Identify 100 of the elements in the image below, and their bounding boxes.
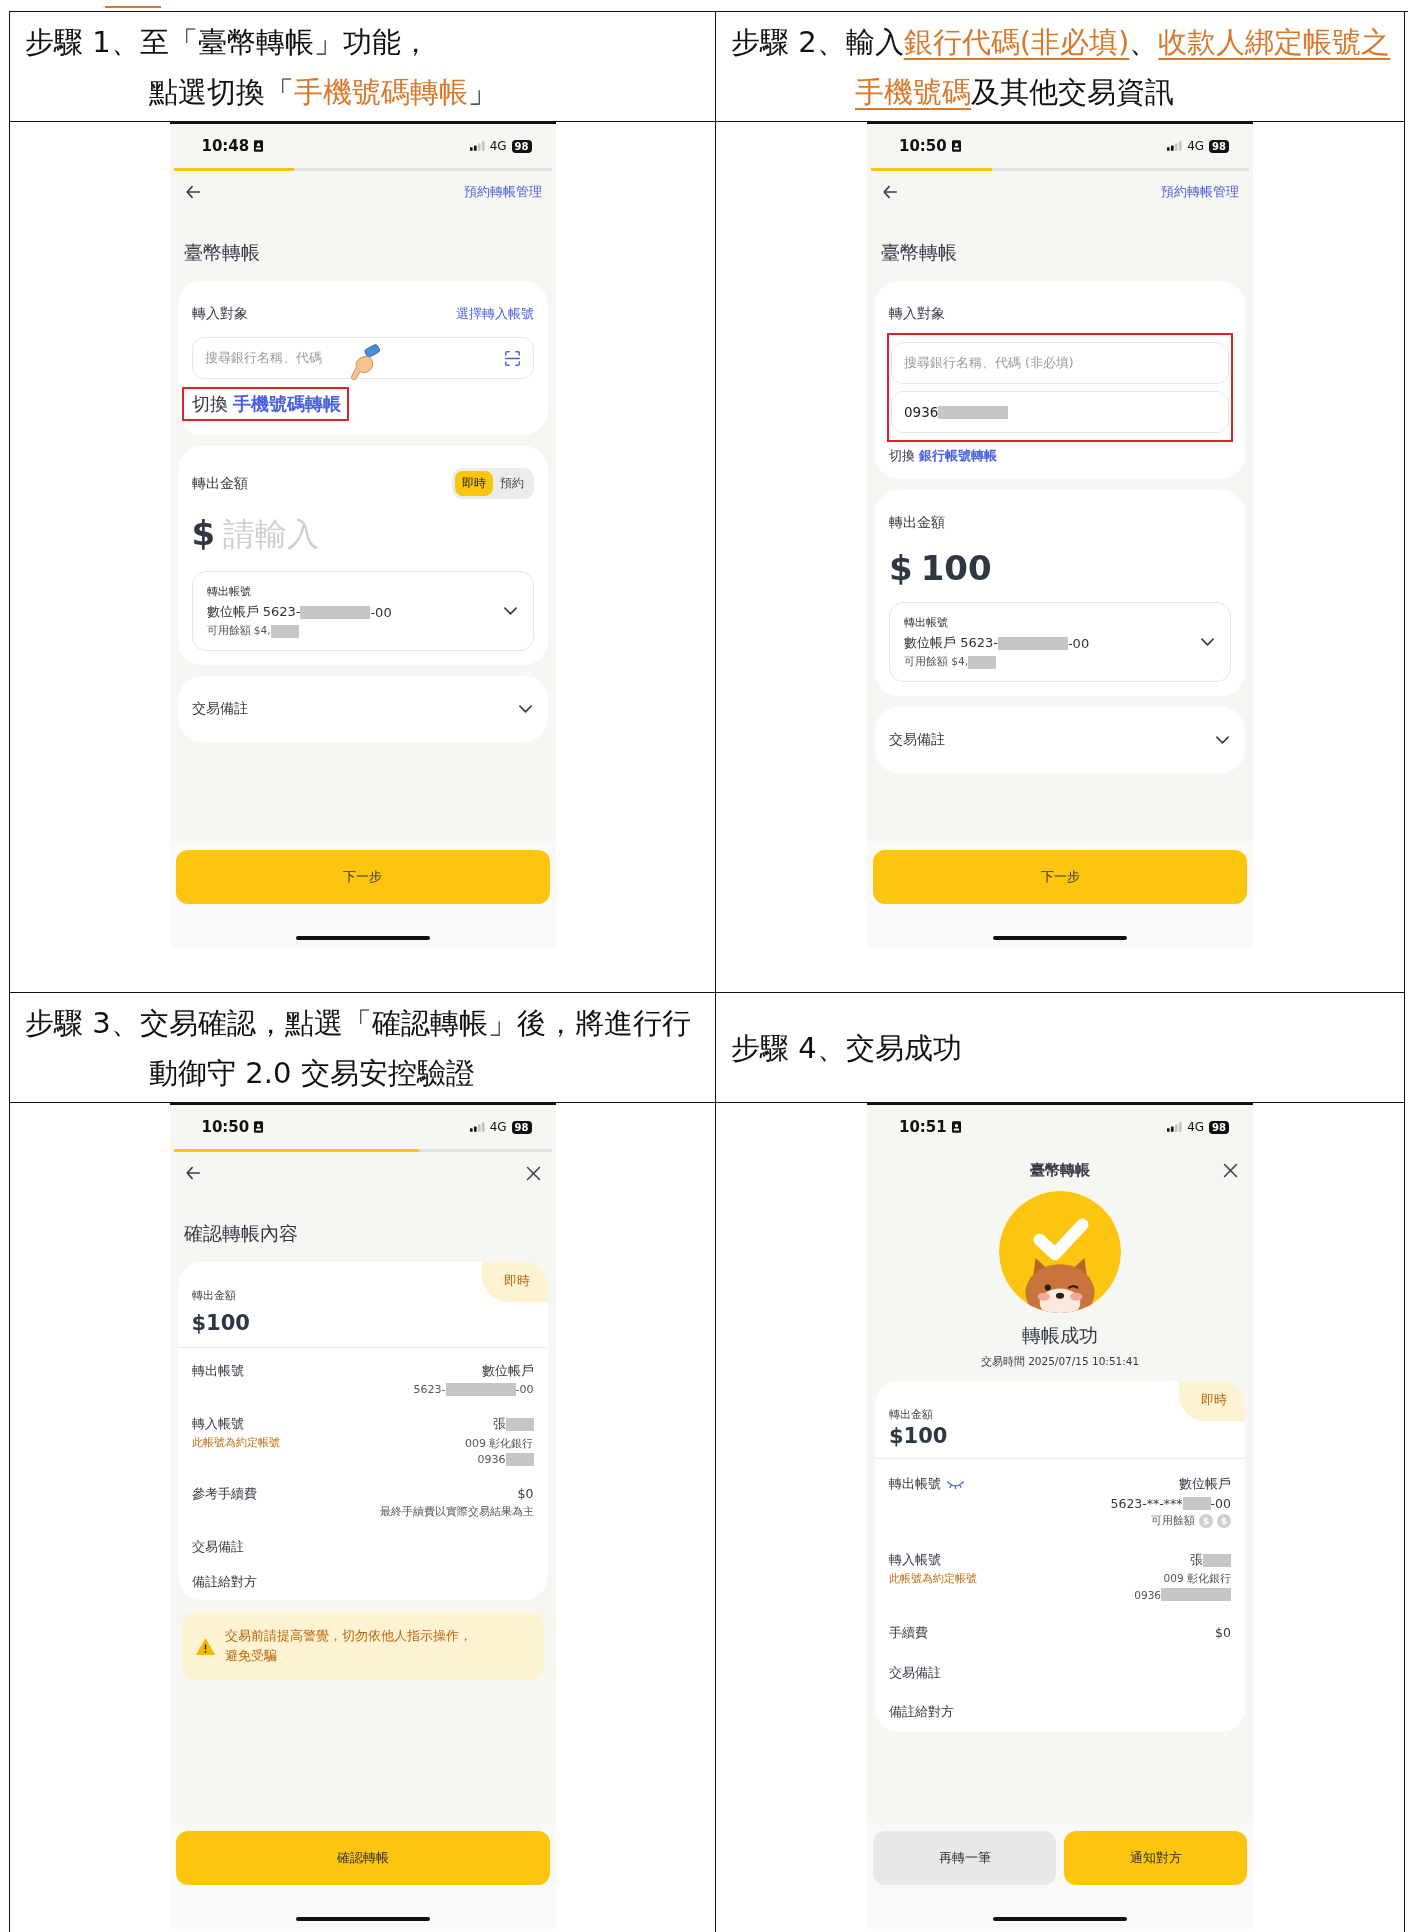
- detail-note: 此帳號為約定帳號: [191, 1436, 280, 1450]
- detail-value: -00: [515, 1383, 534, 1396]
- redaction-block: [505, 1453, 534, 1466]
- coin-icon: [1199, 1514, 1213, 1528]
- redaction-block: [505, 1418, 534, 1431]
- detail-value: 可用餘額: [1151, 1514, 1195, 1528]
- account-selector[interactable]: 轉出帳號 數位帳戶 5623- -00 可用餘額 $4,: [889, 602, 1231, 682]
- network-label: 4G: [489, 139, 507, 153]
- detail-label: 備註給對方: [191, 1574, 257, 1591]
- secondary-button[interactable]: 再轉一筆: [873, 1831, 1056, 1885]
- detail-label: 交易備註: [889, 1665, 941, 1682]
- coin-icon: [1217, 1514, 1231, 1528]
- amount-field[interactable]: 100: [920, 548, 992, 588]
- page-title: 臺幣轉帳: [182, 240, 261, 265]
- account-number: -00: [1067, 635, 1090, 651]
- memo-card[interactable]: 交易備註: [875, 707, 1245, 773]
- status-time: 10:50: [899, 137, 947, 155]
- detail-label: 參考手續費: [191, 1486, 257, 1503]
- detail-label: 手續費: [889, 1625, 928, 1642]
- detail-value: $0: [517, 1486, 534, 1501]
- id-card-icon: [254, 140, 264, 152]
- battery-level: 98: [511, 139, 532, 153]
- switch-prompt: 切換 手機號碼轉帳: [191, 392, 342, 416]
- back-arrow-icon[interactable]: [881, 183, 899, 201]
- account-label: 轉出帳號: [904, 615, 949, 630]
- detail-label: 轉入帳號: [889, 1552, 941, 1569]
- redaction-block: [1161, 1588, 1231, 1601]
- select-account-link[interactable]: 選擇轉入帳號: [455, 305, 534, 323]
- detail-value: 009 彰化銀行: [1163, 1572, 1231, 1586]
- back-arrow-icon[interactable]: [183, 183, 202, 201]
- status-time: 10:51: [899, 1118, 947, 1136]
- page-title: 確認轉帳內容: [182, 1221, 299, 1246]
- detail-value: -00: [1210, 1496, 1231, 1511]
- field-value: 0936: [904, 404, 939, 420]
- warning-icon: [195, 1637, 215, 1655]
- scan-icon[interactable]: [503, 349, 521, 367]
- close-icon[interactable]: [524, 1164, 542, 1182]
- detail-value: 0936: [477, 1453, 506, 1466]
- closed-eye-icon[interactable]: [947, 1480, 964, 1489]
- id-card-icon: [951, 140, 961, 152]
- id-card-icon: [951, 1121, 961, 1133]
- redaction-block: [1203, 1554, 1231, 1567]
- amount-label: 轉出金額: [889, 1407, 934, 1422]
- scheduled-transfer-link[interactable]: 預約轉帳管理: [463, 183, 542, 201]
- available-balance: 可用餘額 $4,: [206, 624, 271, 638]
- detail-label: 轉入帳號: [191, 1416, 244, 1433]
- memo-label: 交易備註: [191, 700, 248, 718]
- warning-text: 交易前請提高警覺，切勿依他人指示操作，避免受騙: [224, 1627, 473, 1665]
- chevron-down-icon: [1201, 638, 1214, 646]
- chevron-down-icon: [518, 705, 532, 713]
- redaction-block: [1182, 1497, 1211, 1510]
- mode-option[interactable]: 即時: [454, 471, 493, 496]
- available-balance: 可用餘額 $4,: [904, 655, 969, 669]
- switch-mode-link[interactable]: 手機號碼轉帳: [233, 393, 342, 414]
- currency-symbol: $: [889, 548, 913, 588]
- step-heading: 步驟 1、至「臺幣轉帳」功能， 點選切換「手機號碼轉帳」: [24, 23, 498, 111]
- detail-value: 數位帳戶: [1179, 1476, 1231, 1493]
- step-heading: 步驟 3、交易確認，點選「確認轉帳」後，將進行行動御守 2.0 交易安控驗證: [24, 1004, 692, 1092]
- transaction-time: 交易時間 2025/07/15 10:51:41: [980, 1355, 1140, 1369]
- close-icon[interactable]: [1222, 1161, 1239, 1179]
- detail-label: 轉出帳號: [191, 1363, 244, 1380]
- status-time: 10:48: [201, 137, 250, 155]
- detail-label: 交易備註: [191, 1539, 244, 1556]
- redaction-block: [445, 1383, 516, 1396]
- mode-badge: 即時: [1179, 1381, 1245, 1421]
- scheduled-transfer-link[interactable]: 預約轉帳管理: [1161, 183, 1239, 201]
- amount-value: $100: [191, 1311, 251, 1335]
- memo-card[interactable]: 交易備註: [177, 676, 548, 742]
- detail-note: 此帳號為約定帳號: [889, 1572, 977, 1586]
- field-label: 轉入對象: [191, 305, 248, 323]
- signal-icon: [469, 141, 485, 151]
- memo-label: 交易備註: [889, 731, 945, 749]
- battery-level: 98: [1209, 139, 1229, 153]
- primary-button[interactable]: 確認轉帳: [175, 1831, 550, 1885]
- primary-button[interactable]: 下一步: [175, 850, 550, 904]
- detail-value: 0936: [1134, 1588, 1161, 1601]
- detail-value: 張: [492, 1416, 506, 1433]
- field-label: 轉入對象: [889, 305, 945, 323]
- signal-icon: [1167, 1122, 1183, 1132]
- input-field[interactable]: 0936: [891, 391, 1229, 433]
- primary-button[interactable]: 下一步: [873, 850, 1247, 904]
- primary-button[interactable]: 通知對方: [1064, 1831, 1247, 1885]
- account-selector[interactable]: 轉出帳號 數位帳戶 5623- -00 可用餘額 $4,: [191, 571, 534, 651]
- detail-value: 最終手續費以實際交易結果為主: [379, 1504, 534, 1519]
- mode-badge: 即時: [481, 1262, 548, 1302]
- redaction-block: [968, 655, 997, 669]
- network-label: 4G: [489, 1120, 507, 1134]
- detail-label: 轉出帳號: [889, 1476, 941, 1493]
- chevron-down-icon: [1216, 736, 1229, 744]
- status-time: 10:50: [201, 1118, 250, 1136]
- switch-prompt: 切換 銀行帳號轉帳: [889, 448, 998, 465]
- detail-label: 備註給對方: [889, 1704, 954, 1721]
- network-label: 4G: [1187, 1120, 1205, 1134]
- mode-option[interactable]: 預約: [492, 471, 531, 496]
- detail-value: 5623-**-***: [1110, 1496, 1183, 1511]
- back-arrow-icon[interactable]: [183, 1164, 202, 1182]
- result-heading: 轉帳成功: [1022, 1323, 1098, 1348]
- switch-mode-link[interactable]: 銀行帳號轉帳: [919, 448, 997, 463]
- signal-icon: [1167, 141, 1183, 151]
- battery-level: 98: [511, 1120, 532, 1134]
